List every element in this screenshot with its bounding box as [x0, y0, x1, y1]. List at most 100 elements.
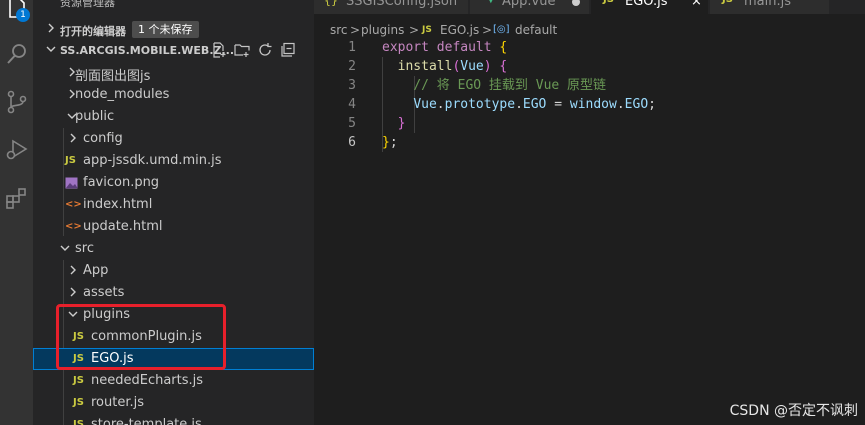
token: Vue: [460, 59, 484, 74]
tree-file-store-template[interactable]: JS store-template.js: [33, 414, 314, 425]
project-header[interactable]: SS.ARCGIS.MOBILE.WEB.Z...: [33, 41, 314, 61]
token: }: [397, 116, 406, 131]
tree-folder-app[interactable]: App: [33, 260, 314, 282]
code-line: 1 export default {: [314, 38, 865, 57]
chevron-right-icon: [67, 286, 79, 298]
explorer-title: 资源管理器: [60, 0, 115, 9]
js-file-icon: JS: [73, 353, 84, 364]
js-file-icon: JS: [65, 155, 76, 166]
token: .: [616, 97, 625, 112]
tree-item-label: App: [83, 263, 109, 278]
explorer-sidebar: 资源管理器 打开的编辑器 1 个未保存 SS.ARCGIS.MOBILE.WEB…: [33, 0, 314, 425]
tree-folder-public[interactable]: public: [33, 106, 314, 128]
tree-folder-assets[interactable]: assets: [33, 282, 314, 304]
line-number: 4: [348, 97, 356, 112]
breadcrumb-ego-js[interactable]: EGO.js: [440, 23, 479, 37]
code-line: 5 }: [314, 114, 865, 133]
tab-ssgisconfig[interactable]: {} SSGISConfig.json: [314, 0, 469, 14]
tab-app-vue[interactable]: ▼ App.vue: [470, 0, 590, 14]
line-number: 5: [348, 116, 356, 131]
tab-label: App.vue: [502, 0, 556, 9]
chevron-right-icon: [67, 264, 79, 276]
open-editors-label: 打开的编辑器: [60, 25, 126, 38]
new-folder-icon[interactable]: [234, 42, 250, 58]
js-file-icon: JS: [603, 0, 614, 5]
tree-file-update-html[interactable]: <> update.html: [33, 216, 314, 238]
tab-main-js[interactable]: JS main.js: [710, 0, 830, 14]
code-text: export default {: [382, 38, 507, 57]
close-icon[interactable]: ×: [691, 0, 702, 9]
tree-item-label: 剖面图出图js: [75, 69, 151, 84]
tree-item-label: public: [75, 109, 115, 124]
modified-dot-icon[interactable]: [572, 0, 580, 6]
tree-folder-node-modules[interactable]: node_modules: [33, 84, 314, 106]
code-text: install(Vue) {: [382, 57, 508, 76]
tab-label: EGO.js: [625, 0, 668, 9]
token: }: [382, 135, 390, 150]
open-editors-header[interactable]: 打开的编辑器 1 个未保存: [33, 19, 314, 41]
html-file-icon: <>: [65, 199, 82, 210]
tree-file-ego-js[interactable]: JS EGO.js: [33, 348, 314, 370]
code-text: Vue.prototype.EGO = window.EGO;: [382, 95, 656, 114]
tree-item-label: index.html: [83, 197, 153, 212]
tab-ego-js[interactable]: JS EGO.js ×: [591, 0, 709, 14]
tab-label: SSGISConfig.json: [346, 0, 458, 9]
editor-area: {} SSGISConfig.json ▼ App.vue JS EGO.js …: [314, 0, 865, 425]
run-debug-icon[interactable]: [5, 138, 29, 162]
breadcrumb-plugins[interactable]: plugins: [361, 23, 404, 37]
token: ;: [648, 97, 656, 112]
new-file-icon[interactable]: [211, 42, 227, 58]
token: install: [397, 59, 453, 74]
line-number: 6: [348, 135, 356, 150]
tree-file-favicon[interactable]: favicon.png: [33, 172, 314, 194]
tree-item-label: router.js: [91, 395, 145, 410]
token: window: [569, 97, 617, 112]
json-file-icon: {}: [324, 0, 338, 7]
unsaved-badge: 1 个未保存: [132, 21, 199, 38]
code-editor[interactable]: 1 export default { 2 install(Vue) { 3 //…: [314, 38, 865, 152]
chevron-down-icon: [67, 308, 79, 320]
js-file-icon: JS: [73, 397, 84, 408]
breadcrumb-separator: >: [409, 23, 420, 37]
code-text: }: [382, 114, 406, 133]
source-control-icon[interactable]: [5, 90, 29, 114]
tab-label: main.js: [744, 0, 791, 9]
tree-folder-config[interactable]: config: [33, 128, 314, 150]
collapse-all-icon[interactable]: [280, 42, 296, 58]
breadcrumb-default[interactable]: default: [515, 23, 557, 37]
breadcrumb-separator: >: [482, 23, 493, 37]
explorer-badge: 1: [16, 8, 30, 22]
tree-folder-src[interactable]: src: [33, 238, 314, 260]
token: Vue: [413, 97, 437, 112]
breadcrumb-separator: >: [350, 23, 361, 37]
search-icon[interactable]: [5, 42, 29, 66]
code-text: // 将 EGO 挂载到 Vue 原型链: [382, 76, 606, 95]
line-number: 1: [348, 40, 356, 55]
js-file-icon: JS: [73, 375, 84, 386]
html-file-icon: <>: [65, 221, 82, 232]
token: .: [436, 97, 445, 112]
tree-folder-plugins[interactable]: plugins: [33, 304, 314, 326]
token: ;: [389, 135, 398, 150]
token: .: [515, 97, 523, 112]
extensions-icon[interactable]: [5, 186, 29, 210]
breadcrumb-src[interactable]: src: [330, 23, 348, 37]
tree-file-commonplugin[interactable]: JS commonPlugin.js: [33, 326, 314, 348]
chevron-down-icon: [59, 242, 71, 254]
tree-file-app-jssdk[interactable]: JS app-jssdk.umd.min.js: [33, 150, 314, 172]
refresh-icon[interactable]: [257, 42, 273, 58]
tree-item-label: assets: [83, 285, 125, 300]
tree-file-needed-echarts[interactable]: JS neededEcharts.js: [33, 370, 314, 392]
vue-file-icon: ▼: [487, 0, 495, 5]
explorer-toolbar: [211, 42, 296, 58]
token: {: [499, 59, 508, 74]
tree-file-index-html[interactable]: <> index.html: [33, 194, 314, 216]
tree-folder-profile-js[interactable]: 剖面图出图js: [33, 62, 314, 84]
line-number: 2: [348, 59, 356, 74]
tree-file-router[interactable]: JS router.js: [33, 392, 314, 414]
symbol-variable-icon: [◎]: [493, 24, 510, 35]
tree-item-label: node_modules: [75, 87, 170, 102]
chevron-down-icon: [45, 43, 57, 58]
file-tree: 剖面图出图js node_modules public config JS ap…: [33, 62, 314, 425]
code-line: 6 };: [314, 133, 865, 152]
